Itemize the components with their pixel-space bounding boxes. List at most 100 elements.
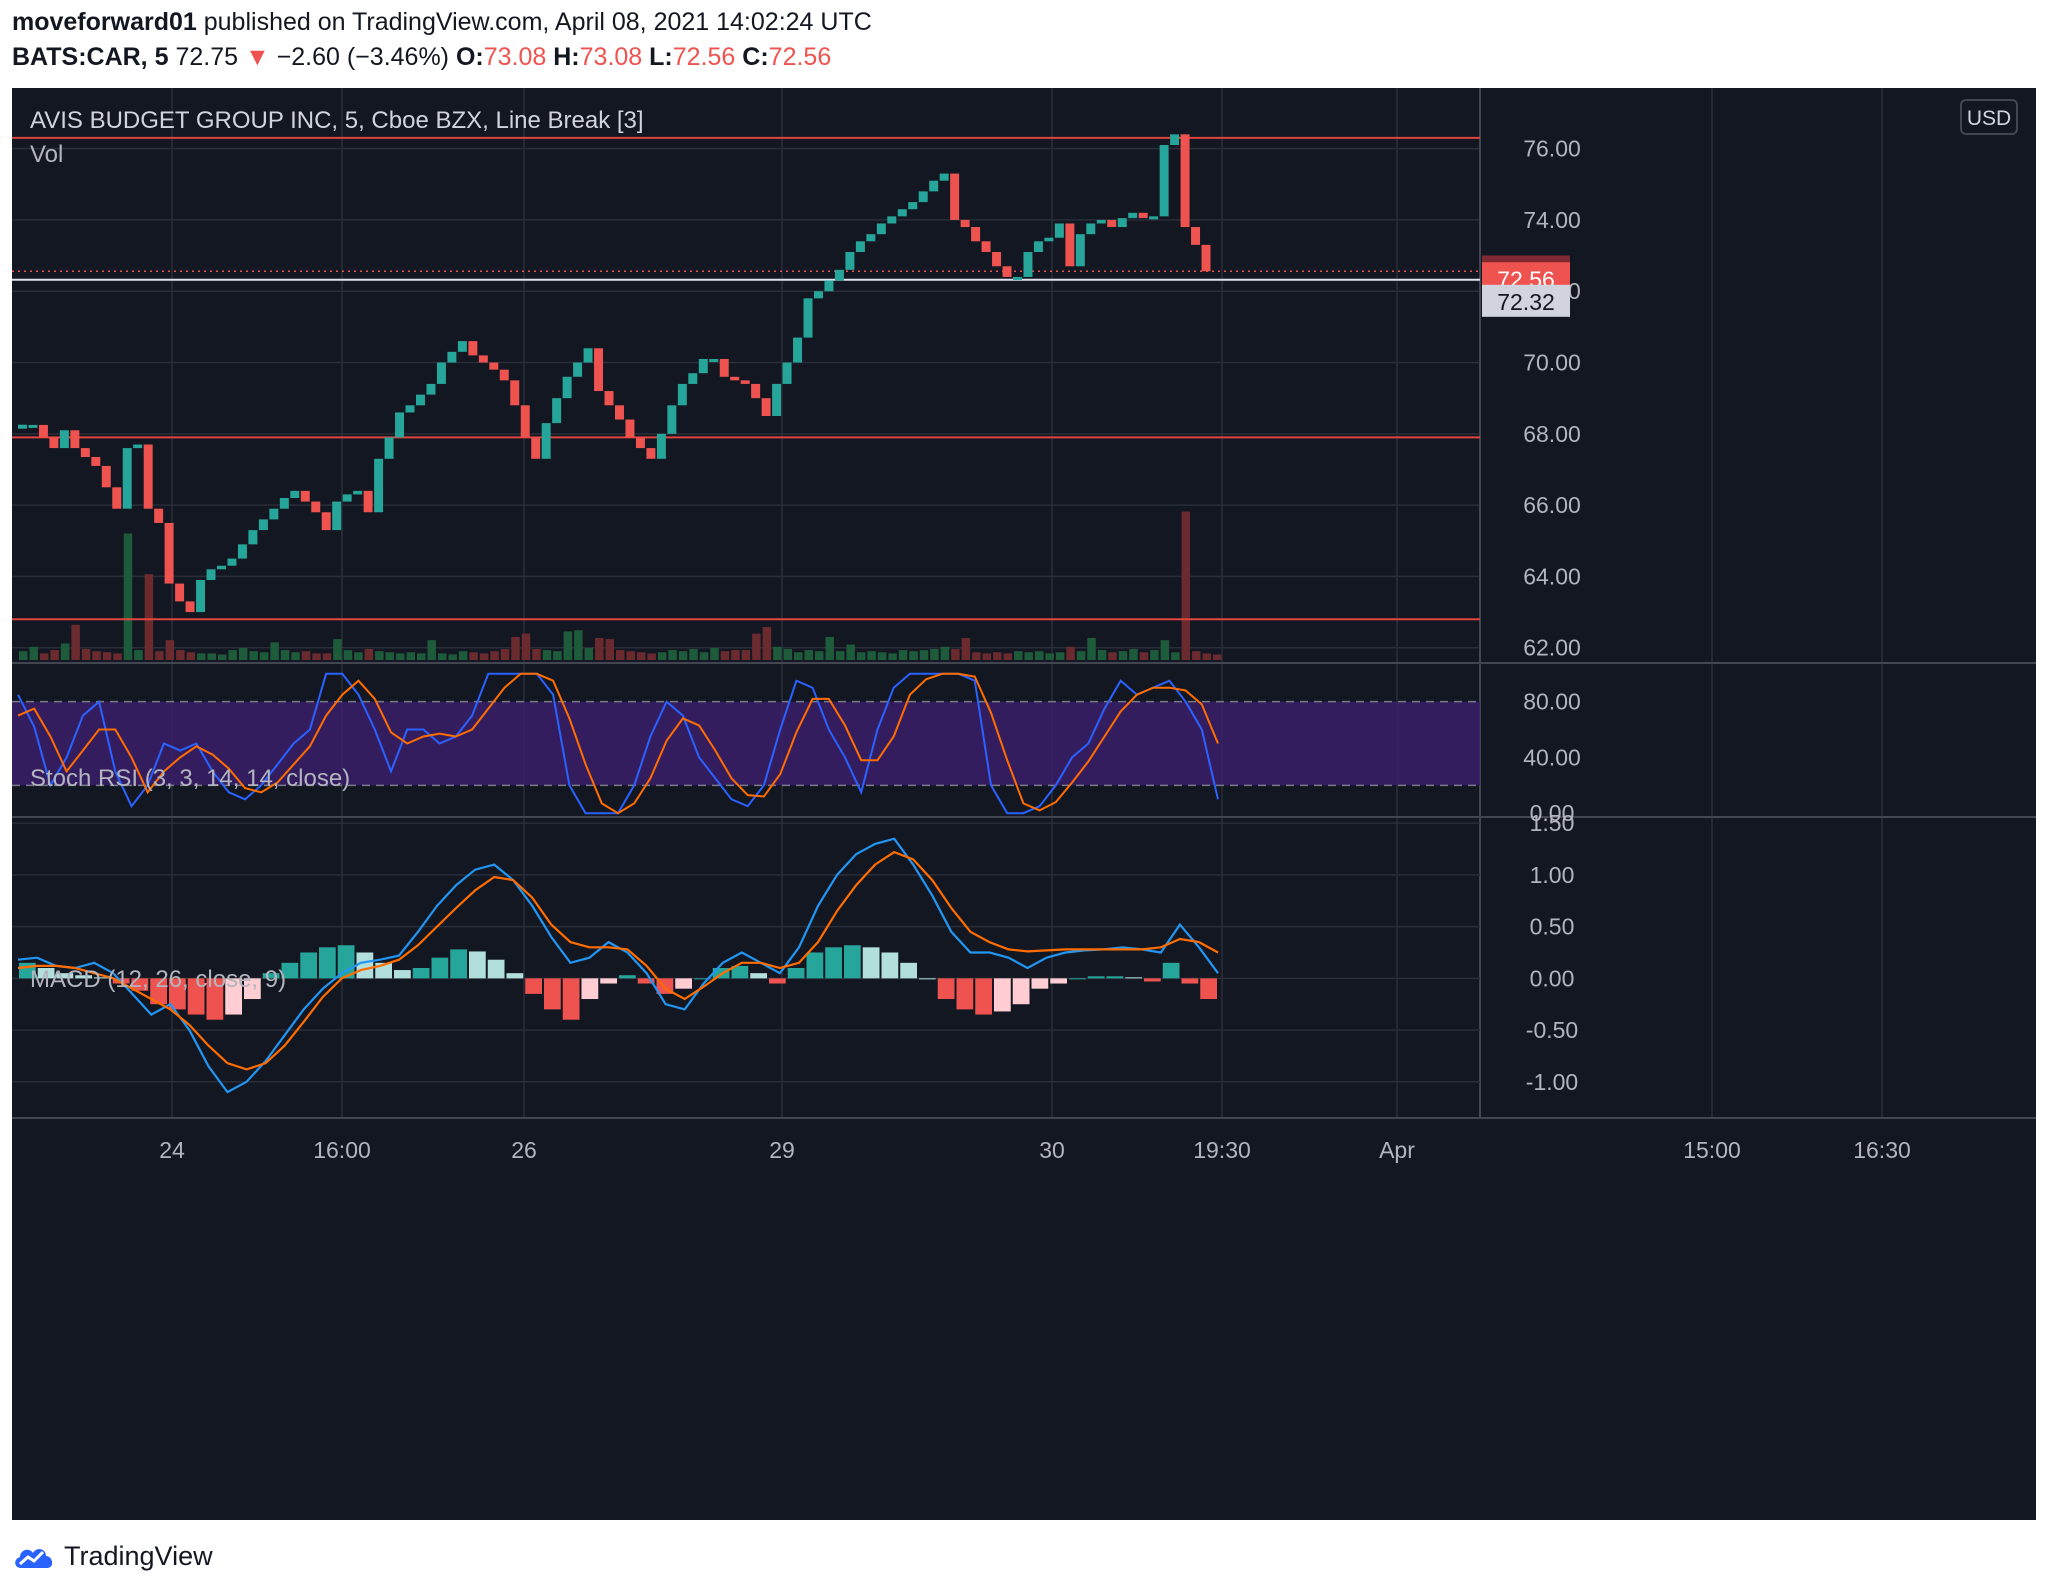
line-break-brick[interactable] xyxy=(196,580,206,613)
line-break-brick[interactable] xyxy=(1201,244,1211,272)
line-break-brick[interactable] xyxy=(91,457,101,466)
line-break-brick[interactable] xyxy=(971,227,981,242)
line-break-brick[interactable] xyxy=(1086,223,1096,235)
line-break-brick[interactable] xyxy=(510,380,520,406)
line-break-brick[interactable] xyxy=(897,209,907,217)
line-break-brick[interactable] xyxy=(405,405,415,413)
line-break-brick[interactable] xyxy=(1054,223,1064,238)
line-break-brick[interactable] xyxy=(374,458,384,513)
line-break-brick[interactable] xyxy=(353,490,363,495)
line-break-brick[interactable] xyxy=(908,202,918,210)
line-break-brick[interactable] xyxy=(112,487,122,509)
line-break-brick[interactable] xyxy=(814,291,823,299)
line-break-brick[interactable] xyxy=(489,362,499,370)
line-break-brick[interactable] xyxy=(793,337,803,363)
line-break-brick[interactable] xyxy=(321,512,331,531)
line-break-brick[interactable] xyxy=(834,269,844,281)
line-break-brick[interactable] xyxy=(929,180,939,192)
line-break-brick[interactable] xyxy=(384,437,394,459)
line-break-brick[interactable] xyxy=(688,373,698,384)
line-break-brick[interactable] xyxy=(960,219,970,228)
line-break-brick[interactable] xyxy=(38,424,48,438)
line-break-brick[interactable] xyxy=(300,490,310,502)
line-break-brick[interactable] xyxy=(803,298,813,338)
line-break-brick[interactable] xyxy=(227,558,237,566)
line-break-brick[interactable] xyxy=(70,430,80,449)
chart-container[interactable]: 24 16:00 26 29 30 19:30 Apr 15:00 16:30 76.00 74.0… xyxy=(12,88,2036,1520)
line-break-brick[interactable] xyxy=(122,448,132,509)
line-break-brick[interactable] xyxy=(80,448,90,457)
line-break-brick[interactable] xyxy=(49,437,59,449)
line-break-brick[interactable] xyxy=(740,380,750,384)
line-break-brick[interactable] xyxy=(698,358,708,374)
line-break-brick[interactable] xyxy=(1013,276,1022,280)
line-break-brick[interactable] xyxy=(1180,134,1190,228)
line-break-brick[interactable] xyxy=(772,383,782,416)
line-break-brick[interactable] xyxy=(541,423,551,459)
line-break-brick[interactable] xyxy=(667,405,677,434)
line-break-brick[interactable] xyxy=(1117,218,1127,228)
line-break-brick[interactable] xyxy=(1002,266,1012,277)
line-break-brick[interactable] xyxy=(18,424,27,429)
line-break-brick[interactable] xyxy=(594,348,604,392)
line-break-brick[interactable] xyxy=(1023,252,1033,277)
line-break-brick[interactable] xyxy=(531,437,541,459)
line-break-brick[interactable] xyxy=(1075,234,1085,267)
line-break-brick[interactable] xyxy=(719,358,729,377)
line-break-brick[interactable] xyxy=(101,465,111,488)
line-break-brick[interactable] xyxy=(604,391,614,406)
line-break-brick[interactable] xyxy=(1044,237,1054,242)
line-break-brick[interactable] xyxy=(175,583,185,602)
line-break-brick[interactable] xyxy=(950,173,960,220)
line-break-brick[interactable] xyxy=(1138,212,1148,219)
currency-label[interactable]: USD xyxy=(1967,107,2011,130)
line-break-brick[interactable] xyxy=(887,216,897,224)
line-break-brick[interactable] xyxy=(143,444,153,509)
line-break-brick[interactable] xyxy=(615,405,624,420)
line-break-brick[interactable] xyxy=(1170,134,1180,146)
line-break-brick[interactable] xyxy=(646,448,656,459)
line-break-brick[interactable] xyxy=(217,565,226,570)
line-break-brick[interactable] xyxy=(416,394,425,406)
line-break-brick[interactable] xyxy=(730,376,740,381)
line-break-brick[interactable] xyxy=(1096,219,1106,224)
line-break-brick[interactable] xyxy=(426,383,436,395)
line-break-brick[interactable] xyxy=(279,498,289,509)
line-break-brick[interactable] xyxy=(656,433,666,459)
line-break-brick[interactable] xyxy=(677,383,687,406)
line-break-brick[interactable] xyxy=(1065,223,1075,267)
line-break-brick[interactable] xyxy=(1149,216,1159,220)
line-break-brick[interactable] xyxy=(845,252,855,270)
line-break-brick[interactable] xyxy=(1191,227,1201,245)
currency-button[interactable]: USD xyxy=(1960,99,2018,135)
line-break-brick[interactable] xyxy=(28,424,38,428)
line-break-brick[interactable] xyxy=(59,430,69,449)
line-break-brick[interactable] xyxy=(876,223,886,235)
line-break-brick[interactable] xyxy=(709,358,719,362)
line-break-brick[interactable] xyxy=(751,383,761,399)
author-name[interactable]: moveforward01 xyxy=(12,8,197,36)
line-break-brick[interactable] xyxy=(992,252,1002,267)
line-break-brick[interactable] xyxy=(1107,219,1117,228)
line-break-brick[interactable] xyxy=(206,569,216,580)
line-break-brick[interactable] xyxy=(782,362,792,384)
line-break-brick[interactable] xyxy=(562,376,572,399)
line-break-brick[interactable] xyxy=(918,191,928,203)
line-break-brick[interactable] xyxy=(552,398,562,424)
line-break-brick[interactable] xyxy=(1159,145,1169,217)
line-break-brick[interactable] xyxy=(332,501,342,531)
line-break-brick[interactable] xyxy=(290,490,300,498)
macd-signal-line[interactable] xyxy=(17,850,1219,1071)
line-break-brick[interactable] xyxy=(311,501,321,513)
line-break-brick[interactable] xyxy=(855,241,865,252)
line-break-brick[interactable] xyxy=(635,437,645,449)
tradingview-cloud-logo-icon[interactable] xyxy=(12,1542,56,1570)
brand-name[interactable]: TradingView xyxy=(64,1541,213,1572)
line-break-brick[interactable] xyxy=(248,530,258,545)
line-break-brick[interactable] xyxy=(499,369,509,381)
line-break-brick[interactable] xyxy=(133,444,143,449)
line-break-brick[interactable] xyxy=(583,348,593,363)
line-break-brick[interactable] xyxy=(625,419,635,438)
line-break-brick[interactable] xyxy=(363,490,373,513)
line-break-brick[interactable] xyxy=(981,241,991,252)
